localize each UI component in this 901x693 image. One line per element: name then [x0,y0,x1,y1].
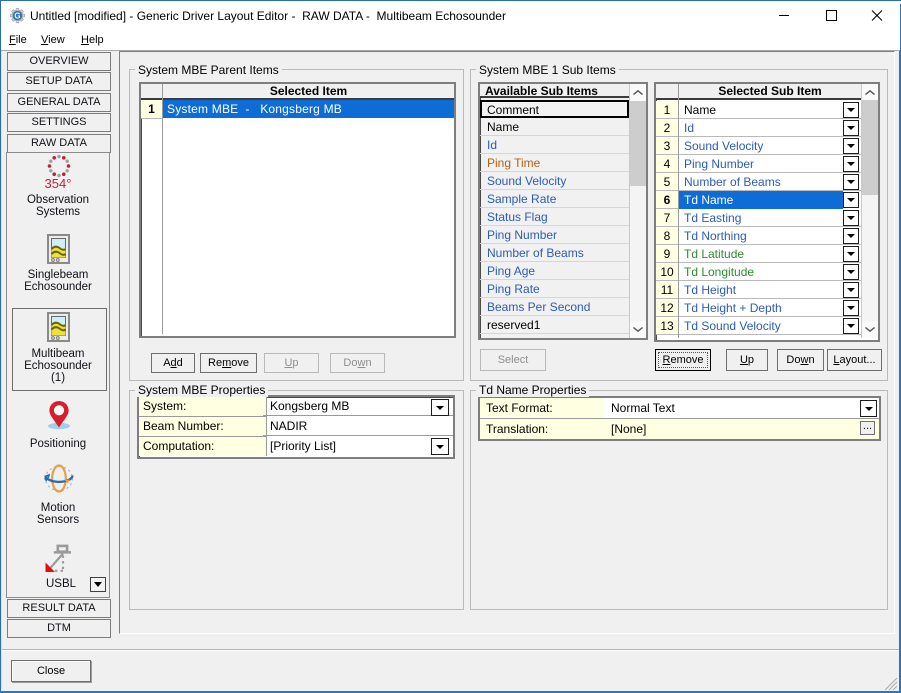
svg-text:G: G [14,12,20,21]
